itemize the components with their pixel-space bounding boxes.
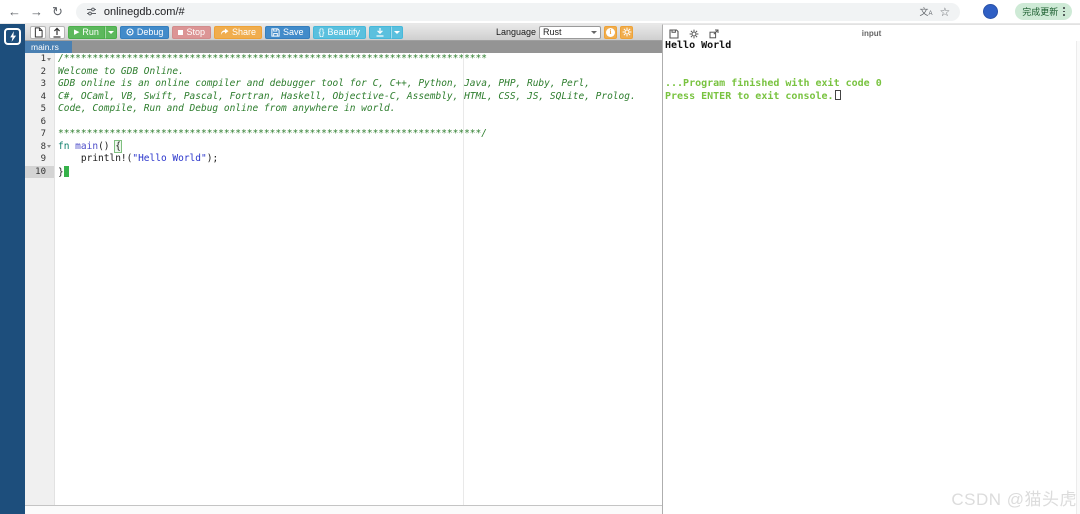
gear-icon xyxy=(622,27,632,37)
save-icon xyxy=(271,28,280,37)
new-file-button[interactable] xyxy=(30,26,46,39)
download-button[interactable] xyxy=(369,26,391,39)
gutter-cell[interactable]: 9 xyxy=(25,153,54,166)
caret-down-icon xyxy=(108,31,114,34)
upload-project-button[interactable] xyxy=(49,26,65,39)
ide-toolbar: ▶ Run Debug Stop Share xyxy=(25,24,662,41)
gutter-cell[interactable]: 3 xyxy=(25,78,54,91)
beautify-label: Beautify xyxy=(328,28,361,37)
input-label: input xyxy=(663,29,1080,38)
gutter-cell[interactable]: 8 xyxy=(25,141,54,154)
bookmark-star-icon[interactable]: ☆ xyxy=(940,5,951,19)
code-lines[interactable]: /***************************************… xyxy=(55,53,662,505)
new-file-icon xyxy=(34,27,43,38)
gutter: 12345678910 xyxy=(25,53,55,505)
gdb-logo[interactable] xyxy=(4,28,21,45)
language-label: Language xyxy=(496,27,536,37)
editor-bottom-strip xyxy=(25,505,662,514)
fold-toggle-icon[interactable] xyxy=(46,53,53,66)
info-icon: i xyxy=(606,28,615,37)
editor-settings-button[interactable] xyxy=(620,26,633,39)
tab-main-rs[interactable]: main.rs xyxy=(25,41,72,53)
run-button[interactable]: ▶ Run xyxy=(68,26,105,39)
gutter-cell[interactable]: 7 xyxy=(25,128,54,141)
braces-icon: {} xyxy=(319,28,325,37)
language-value: Rust xyxy=(543,27,562,37)
code-line: Welcome to GDB Online. xyxy=(58,66,662,79)
code-line: fn main() { xyxy=(58,141,662,154)
url-text: onlinegdb.com/# xyxy=(104,6,185,18)
browser-update-button[interactable]: 完成更新 xyxy=(1015,3,1072,20)
download-icon xyxy=(375,27,385,37)
share-icon xyxy=(220,28,229,36)
browser-toolbar: ← → ↻ onlinegdb.com/# 文A ☆ 完成更新 xyxy=(0,0,1080,24)
stop-label: Stop xyxy=(186,28,205,37)
console-line xyxy=(665,65,1078,78)
debug-icon xyxy=(126,28,134,36)
stop-button[interactable]: Stop xyxy=(172,26,211,39)
language-select[interactable]: Rust xyxy=(539,26,601,39)
translate-icon[interactable]: 文A xyxy=(920,5,933,18)
language-info-button[interactable]: i xyxy=(604,26,617,39)
gutter-cell[interactable]: 10 xyxy=(25,166,54,179)
console-output[interactable]: Hello World ...Program finished with exit… xyxy=(663,40,1080,514)
share-label: Share xyxy=(232,28,256,37)
console-cursor xyxy=(835,90,841,100)
site-info-icon[interactable] xyxy=(86,6,97,17)
code-line: /***************************************… xyxy=(58,53,662,66)
debug-button[interactable]: Debug xyxy=(120,26,170,39)
left-sidebar xyxy=(0,24,25,514)
run-options-dropdown[interactable] xyxy=(105,26,117,39)
code-line: } xyxy=(58,166,662,179)
caret-down-icon xyxy=(394,31,400,34)
console-scrollbar[interactable] xyxy=(1076,41,1080,514)
run-label: Run xyxy=(82,28,99,37)
print-margin-line xyxy=(463,53,464,505)
gutter-cell[interactable]: 4 xyxy=(25,91,54,104)
upload-icon xyxy=(52,27,62,38)
code-line: Code, Compile, Run and Debug online from… xyxy=(58,103,662,116)
console-line xyxy=(665,53,1078,66)
download-button-group xyxy=(369,26,403,39)
play-icon: ▶ xyxy=(74,29,79,36)
console-toolbar: input xyxy=(663,25,1080,40)
language-group: Language Rust i xyxy=(496,26,657,39)
code-editor[interactable]: 12345678910 /***************************… xyxy=(25,53,662,505)
profile-avatar[interactable] xyxy=(983,4,998,19)
fold-toggle-icon[interactable] xyxy=(46,141,53,154)
save-button[interactable]: Save xyxy=(265,26,310,39)
save-label: Save xyxy=(283,28,304,37)
download-options-dropdown[interactable] xyxy=(391,26,403,39)
gutter-cell[interactable]: 1 xyxy=(25,53,54,66)
code-line: println!("Hello World"); xyxy=(58,153,662,166)
console-panel: input Hello World ...Program finished wit… xyxy=(662,24,1080,514)
code-line: C#, OCaml, VB, Swift, Pascal, Fortran, H… xyxy=(58,91,662,104)
console-line: Hello World xyxy=(665,40,1078,53)
console-line: Press ENTER to exit console. xyxy=(665,90,1078,104)
gutter-cell[interactable]: 2 xyxy=(25,66,54,79)
editor-cursor xyxy=(64,166,69,177)
editor-tab-bar: main.rs xyxy=(25,41,662,53)
code-line: GDB online is an online compiler and deb… xyxy=(58,78,662,91)
reload-icon[interactable]: ↻ xyxy=(52,5,63,18)
online-gdb-app: ▶ Run Debug Stop Share xyxy=(0,24,1080,514)
run-button-group: ▶ Run xyxy=(68,26,117,39)
beautify-button[interactable]: {} Beautify xyxy=(313,26,367,39)
gutter-cell[interactable]: 5 xyxy=(25,103,54,116)
select-caret-icon xyxy=(591,31,597,34)
lightning-bolt-icon xyxy=(8,31,17,42)
gutter-cell[interactable]: 6 xyxy=(25,116,54,129)
editor-column: ▶ Run Debug Stop Share xyxy=(25,24,662,514)
forward-icon[interactable]: → xyxy=(30,5,43,18)
code-line: ****************************************… xyxy=(58,128,662,141)
debug-label: Debug xyxy=(137,28,164,37)
console-line: ...Program finished with exit code 0 xyxy=(665,78,1078,91)
address-bar[interactable]: onlinegdb.com/# 文A ☆ xyxy=(76,3,960,21)
menu-dots-icon[interactable] xyxy=(1063,7,1065,15)
stop-icon xyxy=(178,30,183,35)
update-label: 完成更新 xyxy=(1022,5,1058,18)
back-icon[interactable]: ← xyxy=(8,5,21,18)
share-button[interactable]: Share xyxy=(214,26,262,39)
code-line xyxy=(58,116,662,129)
